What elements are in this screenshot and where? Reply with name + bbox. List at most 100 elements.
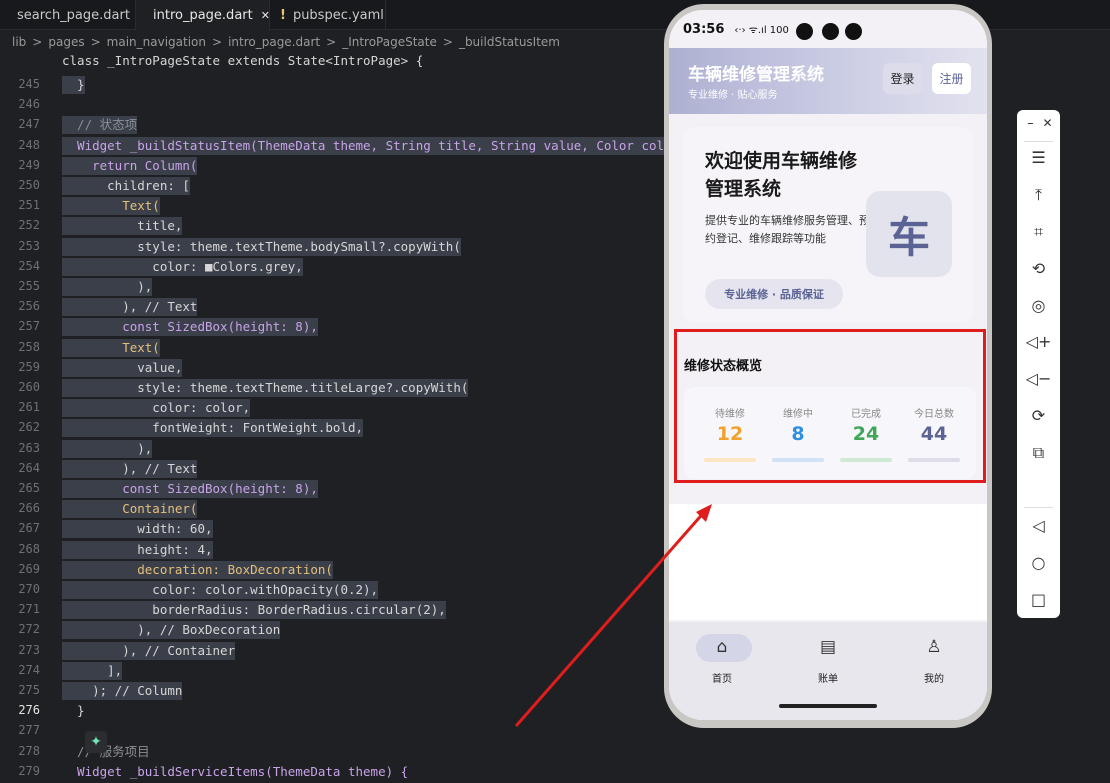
code-line: ), // Container <box>62 641 236 660</box>
code-line: style: theme.textTheme.bodySmall?.copyWi… <box>62 237 461 256</box>
breadcrumb-item[interactable]: _buildStatusItem <box>459 35 560 49</box>
code-line: ], <box>62 661 123 680</box>
line-number: 251 <box>18 198 40 213</box>
warning-icon: ! <box>280 7 286 23</box>
breadcrumb-item[interactable]: pages <box>48 35 84 49</box>
nav-item-bill[interactable]: ▤ 账单 <box>788 632 868 692</box>
nav-item-person[interactable]: ♙ 我的 <box>894 632 974 692</box>
code-line: color: ■Colors.grey, <box>62 257 303 276</box>
rotate-icon[interactable]: ⟲ <box>1017 259 1060 278</box>
line-number: 274 <box>18 662 40 677</box>
record-icon[interactable]: ◎ <box>1017 296 1060 315</box>
line-number: 267 <box>18 521 40 536</box>
line-number: 278 <box>18 743 40 758</box>
tab-intro-page[interactable]: intro_page.dart ✕ <box>136 0 270 30</box>
line-number: 265 <box>18 481 40 495</box>
breadcrumb-item[interactable]: lib <box>12 35 26 49</box>
code-line: ); // Column <box>62 682 183 700</box>
line-number: 273 <box>18 642 40 657</box>
annotation-arrow <box>514 504 712 727</box>
breadcrumb-item[interactable]: main_navigation <box>107 35 206 49</box>
line-number: 255 <box>18 279 40 293</box>
line-number: 264 <box>18 460 40 475</box>
login-button[interactable]: 登录 <box>883 63 922 94</box>
tab-label: search_page.dart <box>17 7 130 23</box>
breadcrumb-separator: > <box>212 35 223 49</box>
code-line: Container( <box>62 500 198 519</box>
copilot-sparkle-icon[interactable]: ✦ <box>85 731 107 753</box>
line-number: 276 <box>18 703 40 718</box>
emulator-toolbar: – ✕ ☰ ⤒ ⌗ ⟲ ◎ ◁+ ◁− ⟳ ⧉ ◁ ○ □ <box>1017 110 1060 618</box>
status-bar: 03:56 ‹·› ᯤ.ıl 100 <box>669 10 987 48</box>
crop-icon[interactable]: ⌗ <box>1017 222 1060 242</box>
volume-down-icon[interactable]: ◁− <box>1017 369 1060 388</box>
line-number: 269 <box>18 561 40 576</box>
car-logo: 车 <box>866 191 952 277</box>
code-line: children: [ <box>62 177 190 195</box>
code-line: height: 4, <box>62 540 213 559</box>
code-line: fontWeight: FontWeight.bold, <box>62 419 364 438</box>
breadcrumb-separator: > <box>32 35 43 49</box>
line-number: 258 <box>18 339 40 354</box>
line-number: 252 <box>18 218 40 233</box>
code-line: ), <box>62 278 153 296</box>
code-line: Widget _buildServiceItems(ThemeData them… <box>62 763 409 779</box>
close-icon[interactable]: ✕ <box>1026 116 1069 130</box>
code-line: title, <box>62 217 183 236</box>
line-number: 262 <box>18 420 40 435</box>
code-line: color: color, <box>62 399 251 418</box>
highlight-box <box>674 329 986 483</box>
code-line: Text( <box>62 197 160 216</box>
line-number: 253 <box>18 238 40 253</box>
status-indicators: ‹·› ᯤ.ıl 100 <box>734 25 789 36</box>
welcome-description: 提供专业的车辆维修服务管理、预约登记、维修跟踪等功能 <box>705 214 870 245</box>
volume-up-icon[interactable]: ◁+ <box>1017 332 1060 351</box>
person-icon: ♙ <box>926 637 942 657</box>
code-line: ), // Text <box>62 459 198 478</box>
quality-chip: 专业维修 · 品质保证 <box>705 279 843 309</box>
code-line: const SizedBox(height: 8), <box>62 318 318 337</box>
line-number: 261 <box>18 400 40 415</box>
breadcrumb-item[interactable]: _IntroPageState <box>342 35 437 49</box>
tab-label: pubspec.yaml <box>292 7 384 23</box>
nav-label: 账单 <box>818 674 838 685</box>
back-icon[interactable]: ◁ <box>1017 516 1060 535</box>
tab-pubspec[interactable]: ! pubspec.yaml <box>270 0 386 30</box>
home-circle-icon[interactable]: ○ <box>1017 553 1060 572</box>
camera-hole <box>845 23 862 40</box>
bill-icon: ▤ <box>819 637 837 657</box>
line-number: 279 <box>18 763 40 778</box>
code-line: } <box>62 76 85 94</box>
line-number: 249 <box>18 157 40 172</box>
code-line: value, <box>62 358 183 377</box>
line-number: 268 <box>18 541 40 556</box>
code-line: style: theme.textTheme.titleLarge?.copyW… <box>62 379 469 397</box>
line-number: 266 <box>18 501 40 516</box>
breadcrumb: lib > pages > main_navigation > intro_page.dar… <box>12 34 566 50</box>
code-line: width: 60, <box>62 520 213 539</box>
recents-icon[interactable]: □ <box>1017 590 1060 609</box>
breadcrumb-separator: > <box>326 35 337 49</box>
close-icon[interactable]: ✕ <box>261 9 270 22</box>
camera-hole <box>822 23 839 40</box>
home-indicator[interactable] <box>779 704 877 708</box>
code-line: ), // Text <box>62 298 198 317</box>
pin-top-icon[interactable]: ⤒ <box>1017 185 1060 205</box>
code-line: const SizedBox(height: 8), <box>62 480 318 498</box>
line-number: 263 <box>18 440 40 455</box>
flutter-icon <box>7 9 13 21</box>
line-number: 254 <box>18 258 40 273</box>
line-number: 257 <box>18 319 40 334</box>
register-button[interactable]: 注册 <box>932 63 971 94</box>
multi-screen-icon[interactable]: ⧉ <box>1017 443 1060 463</box>
code-line: borderRadius: BorderRadius.circular(2), <box>62 601 446 620</box>
flutter-icon <box>143 9 149 21</box>
menu-icon[interactable]: ☰ <box>1017 148 1060 167</box>
status-time: 03:56 <box>683 21 725 37</box>
screen-rotate-icon[interactable]: ⟳ <box>1017 406 1060 425</box>
breadcrumb-item[interactable]: intro_page.dart <box>228 35 320 49</box>
line-number: 272 <box>18 622 40 637</box>
line-number: 270 <box>18 582 40 596</box>
tab-search-page[interactable]: search_page.dart <box>0 0 136 30</box>
app-subtitle: 专业维修 · 贴心服务 <box>688 90 778 101</box>
